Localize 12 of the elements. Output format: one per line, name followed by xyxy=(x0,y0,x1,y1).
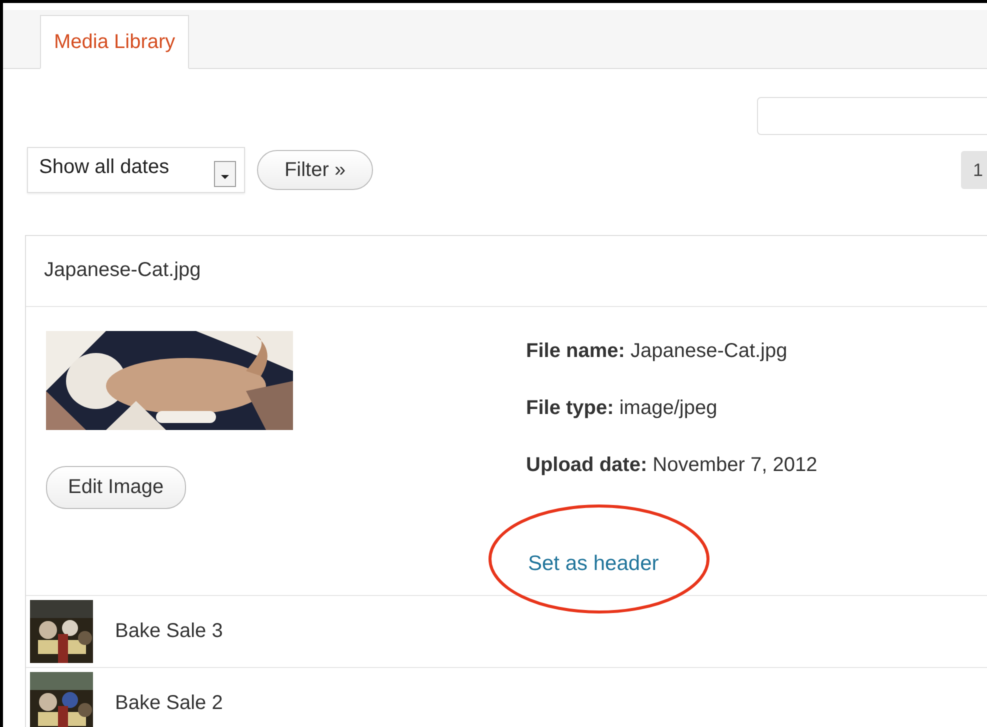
media-title[interactable]: Bake Sale 2 xyxy=(115,692,223,715)
file-title: Japanese-Cat.jpg xyxy=(26,236,987,307)
page-number[interactable]: 1 xyxy=(961,151,987,189)
file-detail: File name: Japanese-Cat.jpg xyxy=(526,339,788,363)
media-title[interactable]: Bake Sale 3 xyxy=(115,620,223,643)
set-as-header-link[interactable]: Set as header xyxy=(528,552,659,575)
date-select[interactable]: Show all dates xyxy=(27,147,245,193)
tab[interactable]: Media Library xyxy=(40,15,190,69)
file-detail: File type: image/jpeg xyxy=(526,396,718,420)
filter-button[interactable]: Filter » xyxy=(257,150,373,190)
edit-image-button[interactable]: Edit Image xyxy=(46,466,186,509)
file-detail: Upload date: November 7, 2012 xyxy=(526,453,818,477)
